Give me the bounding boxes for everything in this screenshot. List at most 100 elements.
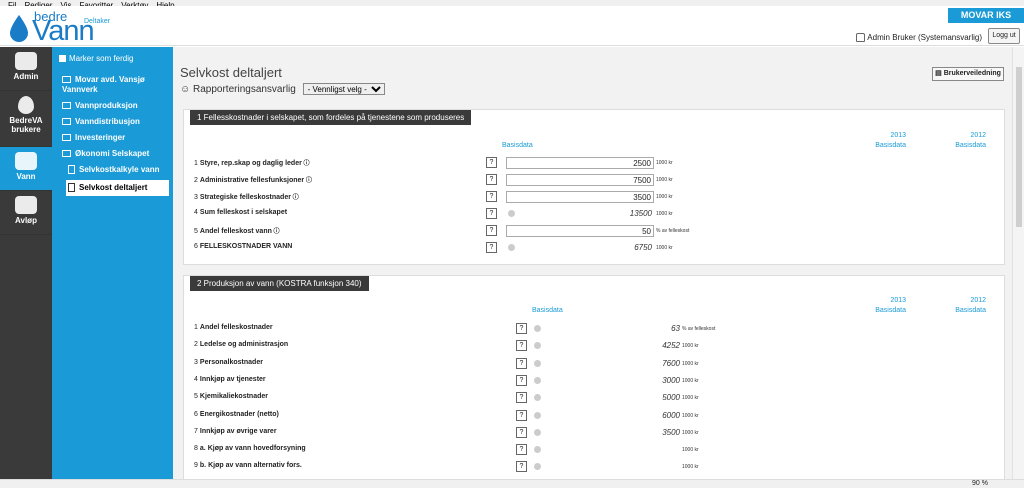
nav-item-bedreva-brukere[interactable]: BedreVA brukere bbox=[0, 91, 52, 147]
row-label: 2 Ledelse og administrasjon bbox=[194, 341, 288, 348]
nav-item-admin[interactable]: Admin bbox=[0, 47, 52, 91]
user-guide-button[interactable]: ▤ Brukerveiledning bbox=[932, 67, 1004, 81]
folder-icon bbox=[62, 134, 71, 141]
row-label-text: Strategiske felleskostnader bbox=[199, 194, 291, 201]
basis-column-header: Basisdata bbox=[532, 307, 563, 314]
unit-label: % av felleskost bbox=[656, 228, 690, 234]
row-label-text: Andel felleskost vann bbox=[199, 228, 272, 235]
subnav-item[interactable]: Selvkost deltaljert bbox=[66, 180, 169, 196]
year-column-subheader: Basisdata bbox=[875, 307, 906, 314]
form-row: 8 a. Kjøp av vann hovedforsyning? 1000 kr bbox=[194, 443, 994, 459]
reporting-label: Rapporteringsansvarlig bbox=[193, 84, 296, 95]
form-row: 5 Andel felleskost vann ⓘ? 50% av fellesko… bbox=[194, 224, 994, 240]
help-button[interactable]: ? bbox=[516, 392, 527, 404]
calculated-value: 13500 bbox=[629, 209, 652, 218]
help-button[interactable]: ? bbox=[486, 191, 497, 202]
calculated-value bbox=[532, 461, 682, 473]
document-icon bbox=[68, 165, 75, 174]
row-number: 1 bbox=[194, 324, 198, 331]
calculated-value bbox=[532, 444, 682, 456]
info-icon[interactable]: ⓘ bbox=[272, 229, 280, 235]
logo-role-text: Deltaker bbox=[84, 18, 111, 25]
nav-item-avl-p[interactable]: Avløp bbox=[0, 191, 52, 235]
current-user: Admin Bruker (Systemansvarlig) bbox=[856, 33, 982, 42]
help-button[interactable]: ? bbox=[516, 374, 527, 386]
help-button[interactable]: ? bbox=[486, 242, 497, 253]
year-column-header: 2012 bbox=[970, 297, 986, 304]
logout-button[interactable]: Logg ut bbox=[988, 28, 1020, 44]
subnav-item[interactable]: Movar avd. Vansjø Vannverk bbox=[52, 72, 173, 98]
unit-label: 1000 kr bbox=[682, 464, 699, 471]
main-content: Selvkost deltaljert ☺ Rapporteringsansva… bbox=[173, 47, 1012, 488]
form-row: 1 Styre, rep.skap og daglig leder ⓘ? 2500 1… bbox=[194, 156, 994, 172]
value-input[interactable]: 2500 bbox=[506, 157, 654, 169]
row-label-text: Personalkostnader bbox=[199, 358, 263, 366]
mark-done-checkbox[interactable]: Marker som ferdig bbox=[52, 51, 173, 66]
info-icon[interactable]: ⓘ bbox=[304, 178, 312, 184]
subnav-item[interactable]: Økonomi Selskapet bbox=[52, 146, 173, 162]
info-icon[interactable]: ⓘ bbox=[291, 195, 299, 201]
form-row: 9 b. Kjøp av vann alternativ fors.? 1000 k… bbox=[194, 460, 994, 476]
subnav-item-label: Vanndistribusjon bbox=[75, 117, 140, 126]
help-button[interactable]: ? bbox=[516, 444, 527, 456]
nav-item-vann[interactable]: Vann bbox=[0, 147, 52, 191]
row-number: 3 bbox=[194, 358, 198, 366]
row-number: 3 bbox=[194, 194, 198, 201]
help-button[interactable]: ? bbox=[486, 225, 497, 236]
form-row: 1 Andel felleskostnader? 63% av felleskost bbox=[194, 322, 994, 338]
calculated-value: 6000 bbox=[662, 410, 680, 420]
row-label-text: FELLESKOSTNADER VANN bbox=[199, 243, 293, 250]
row-label-text: a. Kjøp av vann hovedforsyning bbox=[199, 445, 306, 453]
reporting-select[interactable]: - Vennligst velg - bbox=[302, 83, 385, 95]
help-button[interactable]: ? bbox=[516, 340, 527, 352]
calculated-value: 6750 bbox=[634, 243, 652, 252]
help-button[interactable]: ? bbox=[486, 157, 497, 168]
calculated-value: 5000 bbox=[662, 393, 680, 403]
subnav-item-label: Selvkostkalkyle vann bbox=[79, 165, 160, 174]
scrollbar-thumb[interactable] bbox=[1016, 67, 1022, 227]
year-column-subheader: Basisdata bbox=[955, 142, 986, 149]
help-button[interactable]: ? bbox=[516, 461, 527, 473]
company-banner: MOVAR IKS bbox=[948, 8, 1024, 23]
subnav-item[interactable]: Vannproduksjon bbox=[52, 98, 173, 114]
form-row: 6 FELLESKOSTNADER VANN? 6750 1000 kr bbox=[194, 241, 994, 257]
subnav-item[interactable]: Vanndistribusjon bbox=[52, 114, 173, 130]
zoom-level[interactable]: 90 % bbox=[972, 480, 988, 487]
folder-icon bbox=[62, 102, 71, 109]
subnav-item[interactable]: Investeringer bbox=[52, 130, 173, 146]
calculated-value: 63 bbox=[671, 324, 680, 333]
page-title: Selvkost deltaljert bbox=[180, 65, 282, 80]
subnav-item[interactable]: Selvkostkalkyle vann bbox=[52, 162, 173, 178]
row-number: 2 bbox=[194, 341, 198, 349]
unit-label: % av felleskost bbox=[682, 326, 716, 332]
value-input[interactable]: 3500 bbox=[506, 191, 654, 203]
value-input[interactable]: 7500 bbox=[506, 174, 654, 186]
help-button[interactable]: ? bbox=[516, 323, 527, 334]
row-label-text: Andel felleskostnader bbox=[199, 324, 273, 331]
help-button[interactable]: ? bbox=[486, 208, 497, 219]
help-button[interactable]: ? bbox=[486, 174, 497, 185]
row-label: 4 Sum felleskost i selskapet bbox=[194, 209, 287, 216]
vertical-scrollbar[interactable] bbox=[1012, 47, 1024, 479]
form-row: 5 Kjemikaliekostnader? 5000 1000 kr bbox=[194, 391, 994, 407]
water-drop-logo-icon bbox=[10, 15, 28, 42]
unit-label: 1000 kr bbox=[682, 377, 699, 384]
form-row: 4 Innkjøp av tjenester? 3000 1000 kr bbox=[194, 374, 994, 390]
user-guide-label: Brukerveiledning bbox=[943, 70, 1001, 77]
help-button[interactable]: ? bbox=[516, 426, 527, 438]
nav-item-label: Avløp bbox=[15, 216, 37, 225]
toilet-icon bbox=[15, 196, 37, 214]
row-label: 6 Energikostnader (netto) bbox=[194, 411, 279, 418]
unit-label: 1000 kr bbox=[682, 395, 699, 402]
subnav-item-label: Økonomi Selskapet bbox=[75, 149, 150, 158]
row-number: 5 bbox=[194, 393, 198, 401]
unit-label: 1000 kr bbox=[656, 194, 673, 200]
info-icon[interactable]: ⓘ bbox=[302, 161, 309, 167]
folder-icon bbox=[62, 76, 71, 83]
lock-user-icon bbox=[856, 33, 866, 42]
help-button[interactable]: ? bbox=[516, 357, 527, 369]
help-button[interactable]: ? bbox=[516, 409, 527, 421]
row-number: 4 bbox=[194, 209, 198, 216]
value-input[interactable]: 50 bbox=[506, 225, 654, 237]
year-column-subheader: Basisdata bbox=[955, 307, 986, 314]
